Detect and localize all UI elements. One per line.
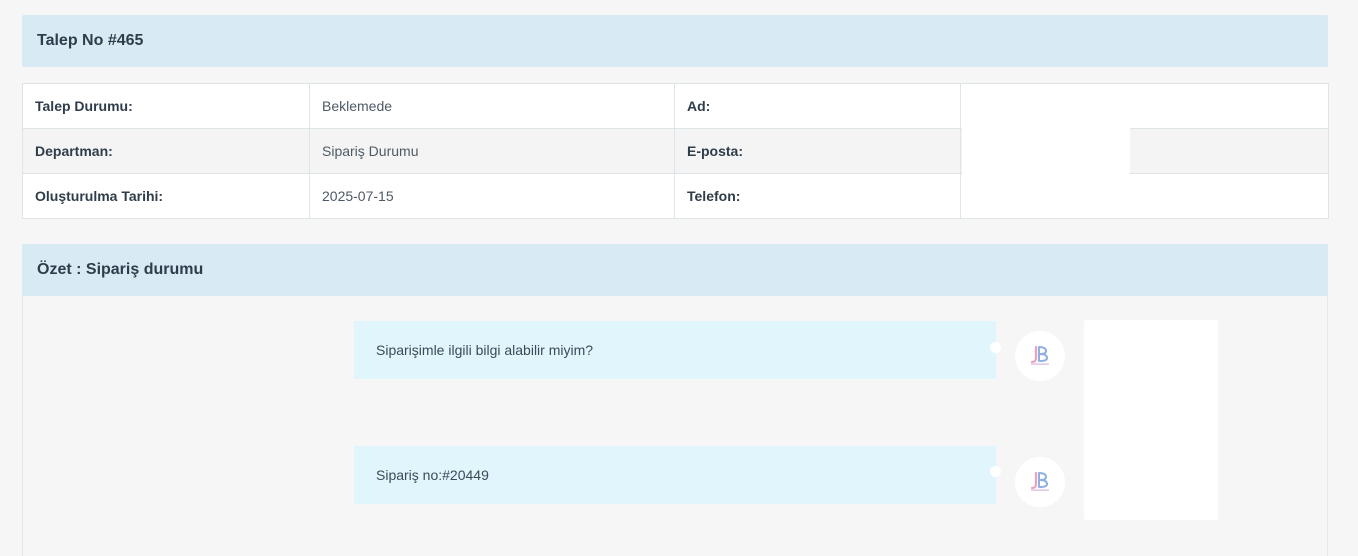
message-text: Sipariş no:#20449 [376, 467, 489, 483]
created-date-value: 2025-07-15 [309, 173, 675, 219]
message-bubble: Sipariş no:#20449 [354, 446, 996, 504]
ticket-info-table: Talep Durumu: Beklemede Ad: Departman: S… [22, 83, 1329, 219]
phone-label: Telefon: [674, 173, 961, 219]
table-row: Departman: Sipariş Durumu E-posta: [22, 128, 1329, 174]
message-text: Siparişimle ilgili bilgi alabilir miyim? [376, 342, 594, 358]
status-label: Talep Durumu: [22, 83, 310, 129]
department-label: Departman: [22, 128, 310, 174]
jb-logo-icon [1015, 331, 1065, 381]
email-label: E-posta: [674, 128, 961, 174]
jb-logo-icon [1015, 457, 1065, 507]
bubble-pointer [990, 342, 1001, 353]
summary-title: Özet : Sipariş durumu [37, 261, 204, 278]
table-row: Oluşturulma Tarihi: 2025-07-15 Telefon: [22, 173, 1329, 219]
redacted-sender-info [1084, 320, 1218, 520]
redacted-contact-block [962, 84, 1130, 176]
table-row: Talep Durumu: Beklemede Ad: [22, 83, 1329, 129]
message-bubble: Siparişimle ilgili bilgi alabilir miyim? [354, 321, 996, 379]
ticket-header: Talep No #465 [22, 15, 1328, 67]
name-label: Ad: [674, 83, 961, 129]
status-value: Beklemede [309, 83, 675, 129]
phone-value [960, 173, 1329, 219]
created-date-label: Oluşturulma Tarihi: [22, 173, 310, 219]
summary-header: Özet : Sipariş durumu [22, 244, 1328, 296]
bubble-pointer [990, 466, 1001, 477]
department-value: Sipariş Durumu [309, 128, 675, 174]
ticket-title: Talep No #465 [37, 32, 144, 49]
